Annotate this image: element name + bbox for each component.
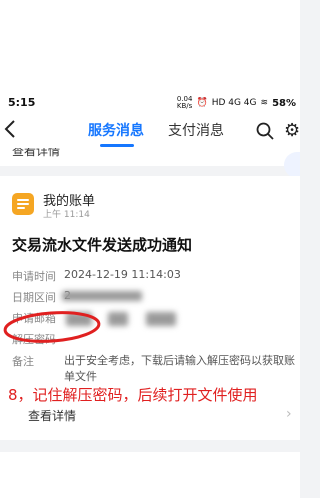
row-label: 日期区间 (12, 291, 56, 304)
message-time: 上午 11:14 (43, 210, 90, 220)
back-arrow-icon[interactable] (4, 119, 20, 141)
bill-app-icon (12, 193, 34, 215)
gear-icon[interactable]: ⚙ (284, 122, 302, 140)
status-time: 5:15 (8, 96, 36, 109)
previous-message-card: 查看详情 (0, 148, 300, 166)
message-title: 交易流水文件发送成功通知 (12, 236, 193, 254)
top-navigation: 服务消息 支付消息 ⚙ (0, 114, 300, 148)
row-label: 申请时间 (12, 270, 56, 283)
row-label: 备注 (12, 355, 34, 368)
redaction-blur (146, 312, 176, 326)
tab-service-messages[interactable]: 服务消息 (88, 120, 144, 140)
redaction-blur (62, 291, 142, 301)
chevron-right-icon[interactable]: › (286, 406, 292, 422)
previous-view-detail[interactable]: 查看详情 (12, 148, 60, 159)
floating-side-button[interactable] (284, 152, 300, 178)
redaction-blur (108, 312, 128, 326)
network-speed: 0.04 KB/s (176, 95, 193, 110)
battery-level: 58% (272, 97, 296, 109)
wifi-icon: ≋ (260, 98, 269, 108)
row-value: 出于安全考虑，下载后请输入解压密码以获取账单文件 (64, 354, 295, 383)
annotation-text: 8，记住解压密码，后续打开文件使用 (8, 386, 258, 404)
row-value: 2024-12-19 11:14:03 (64, 268, 181, 281)
view-detail-link[interactable]: 查看详情 (28, 407, 76, 424)
next-message-card (0, 452, 300, 498)
active-tab-indicator (100, 144, 134, 147)
status-bar: 5:15 0.04 KB/s ⏰ HD 4G 4G ≋ 58% (0, 0, 300, 114)
status-indicators: 0.04 KB/s ⏰ HD 4G 4G ≋ 58% (177, 96, 296, 110)
red-circle-annotation (3, 311, 101, 343)
signal-indicators: HD 4G 4G (211, 98, 257, 108)
tab-payment-messages[interactable]: 支付消息 (168, 120, 224, 140)
alarm-icon: ⏰ (196, 98, 208, 108)
search-icon[interactable] (256, 122, 274, 140)
